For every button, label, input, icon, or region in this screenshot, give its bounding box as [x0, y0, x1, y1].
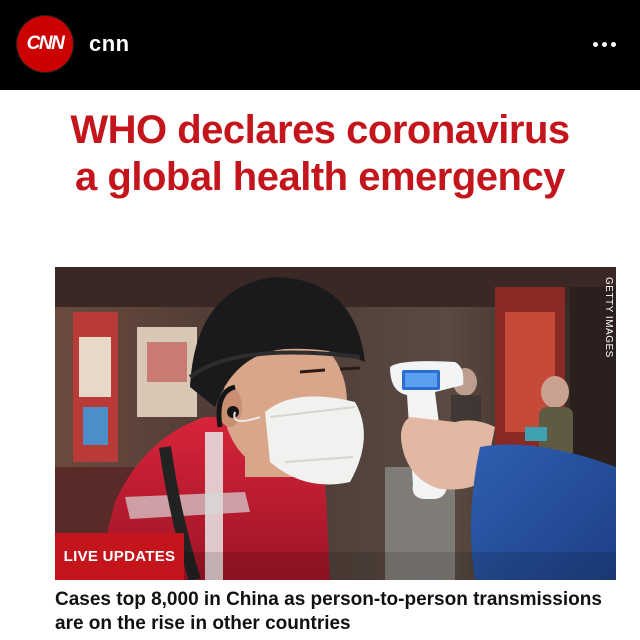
more-icon-dot	[610, 41, 616, 47]
avatar[interactable]: CNN	[17, 16, 73, 72]
live-updates-badge[interactable]: LIVE UPDATES	[55, 533, 184, 580]
more-icon-dot	[601, 41, 607, 47]
live-updates-label: LIVE UPDATES	[63, 548, 176, 565]
post-subheadline: Cases top 8,000 in China as person-to-pe…	[55, 589, 602, 634]
photo-credit: GETTY IMAGES	[603, 277, 614, 358]
cnn-logo: CNN	[26, 33, 65, 54]
post-headline: WHO declares coronavirus a global health…	[70, 108, 570, 199]
more-icon	[592, 41, 598, 47]
account-name[interactable]: cnn	[89, 31, 130, 57]
more-options-button[interactable]	[584, 32, 624, 56]
post-header: CNN cnn	[0, 0, 640, 90]
